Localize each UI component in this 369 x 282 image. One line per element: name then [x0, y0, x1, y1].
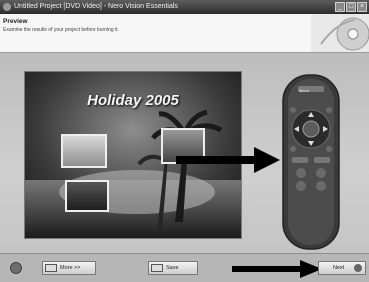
bottom-bar: More >> Save Next: [0, 253, 369, 282]
arrow-right-icon: [176, 147, 280, 173]
preview-area: Holiday 2005 Menu: [0, 53, 369, 253]
page-title: Preview: [3, 18, 28, 25]
disc-logo-icon: [311, 14, 369, 52]
maximize-button[interactable]: □: [346, 2, 356, 12]
save-button[interactable]: Save: [148, 261, 198, 275]
page-subtitle: Examine the results of your project befo…: [3, 27, 119, 33]
more-icon: [45, 264, 57, 272]
page-header: Preview Examine the results of your proj…: [0, 14, 369, 53]
title-bar: Untitled Project [DVD Video] - Nero Visi…: [0, 0, 369, 14]
thumbnail-3[interactable]: [65, 180, 109, 212]
remote-control: [282, 74, 340, 250]
save-icon: [151, 264, 163, 272]
window-title: Untitled Project [DVD Video] - Nero Visi…: [14, 3, 178, 10]
app-icon: [3, 3, 11, 11]
close-button[interactable]: ×: [357, 2, 367, 12]
help-button[interactable]: [10, 262, 22, 274]
minimize-button[interactable]: _: [335, 2, 345, 12]
next-icon: [354, 264, 362, 272]
menu-title: Holiday 2005: [87, 92, 179, 109]
more-button[interactable]: More >>: [42, 261, 96, 275]
thumbnail-1[interactable]: [61, 134, 107, 168]
arrow-right-icon: [232, 260, 322, 278]
next-button[interactable]: Next: [318, 261, 366, 275]
remote-menu-label: Menu: [299, 88, 310, 93]
